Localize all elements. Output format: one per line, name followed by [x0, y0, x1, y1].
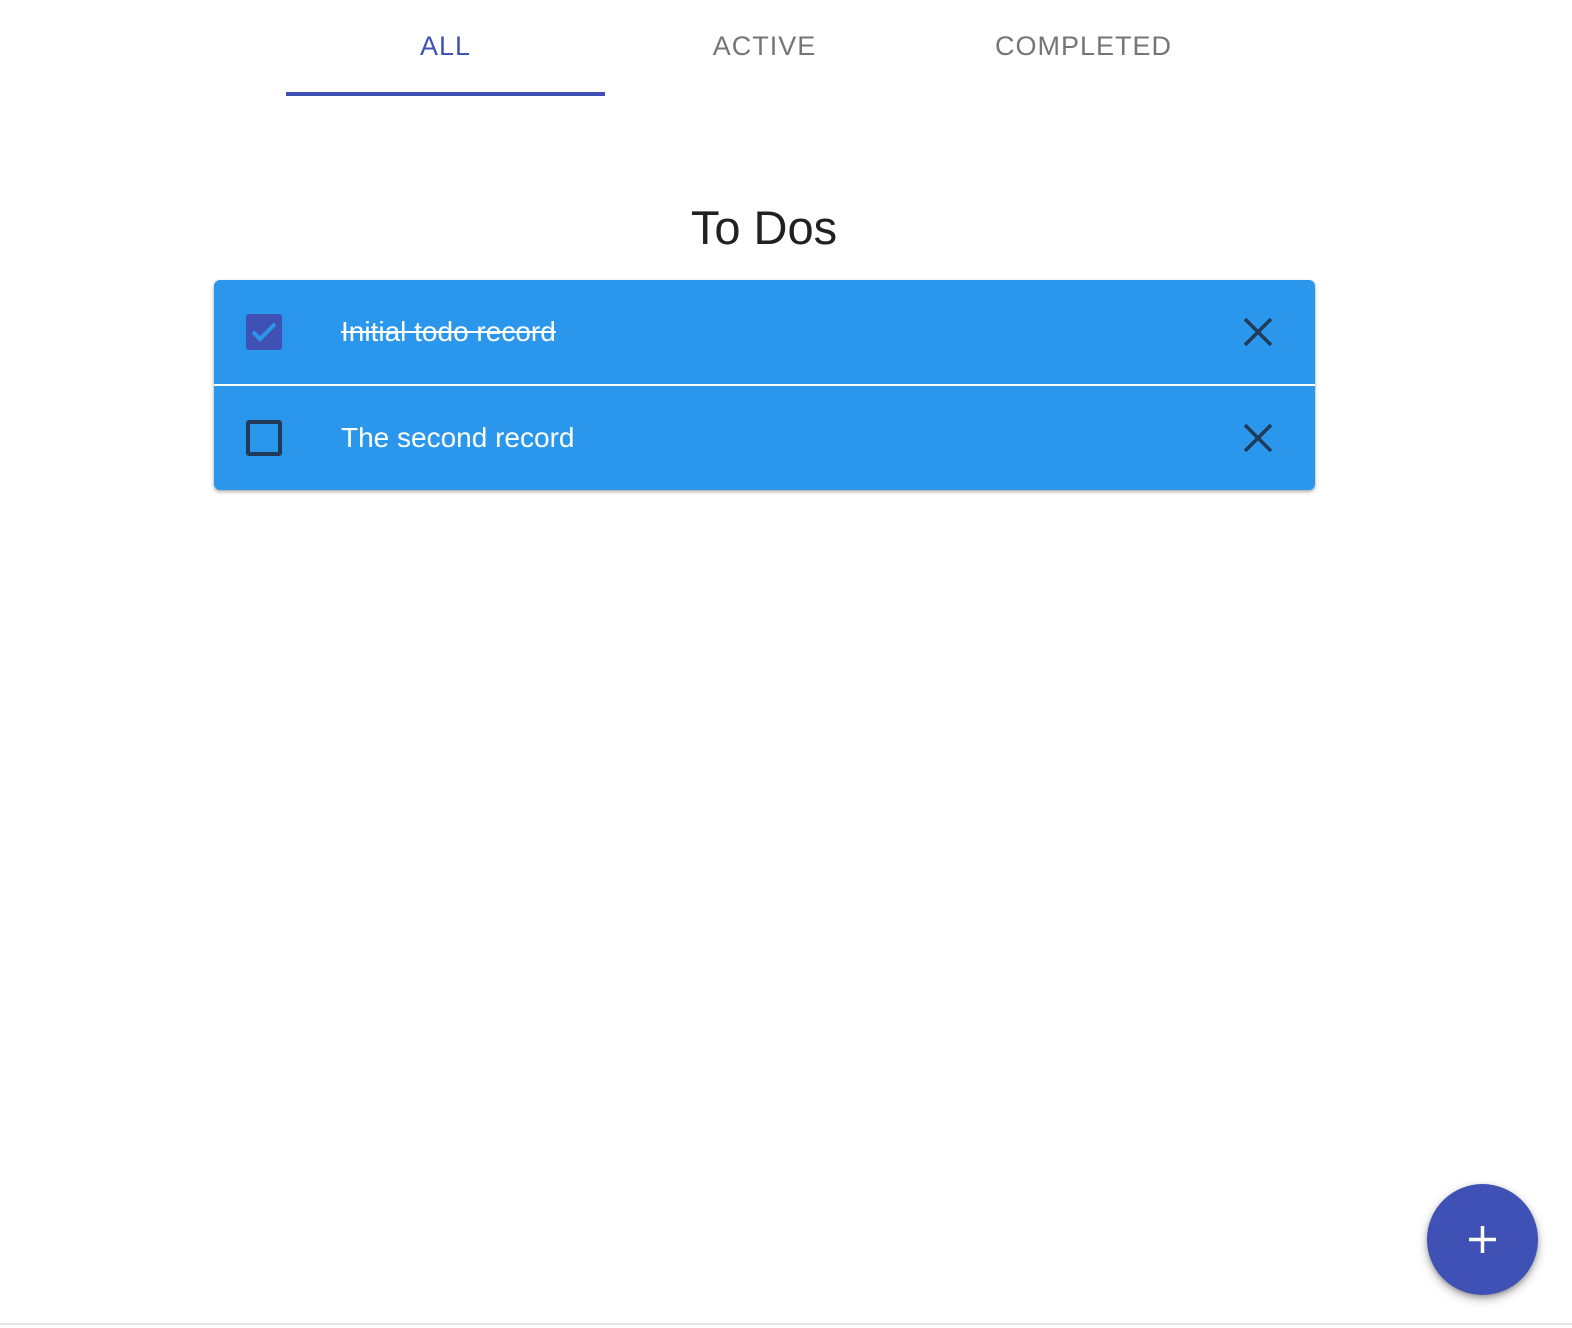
todo-list: Initial todo record The second record	[214, 280, 1315, 490]
active-tab-indicator	[286, 92, 605, 96]
close-icon[interactable]	[1238, 418, 1278, 458]
todo-checkbox-checked[interactable]	[246, 314, 282, 350]
tab-all[interactable]: ALL	[286, 0, 605, 96]
todo-checkbox-unchecked[interactable]	[246, 420, 282, 456]
add-todo-button[interactable]	[1427, 1184, 1538, 1295]
close-icon[interactable]	[1238, 312, 1278, 352]
tab-active-label: ACTIVE	[712, 30, 817, 61]
tab-all-label: ALL	[419, 30, 472, 61]
todo-text: Initial todo record	[341, 316, 556, 347]
check-icon	[251, 322, 277, 342]
plus-icon	[1469, 1226, 1496, 1253]
todo-app: ALL ACTIVE COMPLETED To Dos Initial todo…	[0, 0, 1572, 1328]
todo-item: Initial todo record	[214, 280, 1315, 384]
filter-tabs: ALL ACTIVE COMPLETED	[286, 0, 1243, 96]
todo-text: The second record	[341, 422, 575, 453]
todo-item: The second record	[214, 386, 1315, 490]
tab-active[interactable]: ACTIVE	[605, 0, 924, 96]
tab-completed-label: COMPLETED	[994, 30, 1173, 61]
page-title: To Dos	[690, 201, 838, 254]
bottom-divider	[0, 1323, 1572, 1325]
tab-completed[interactable]: COMPLETED	[924, 0, 1243, 96]
